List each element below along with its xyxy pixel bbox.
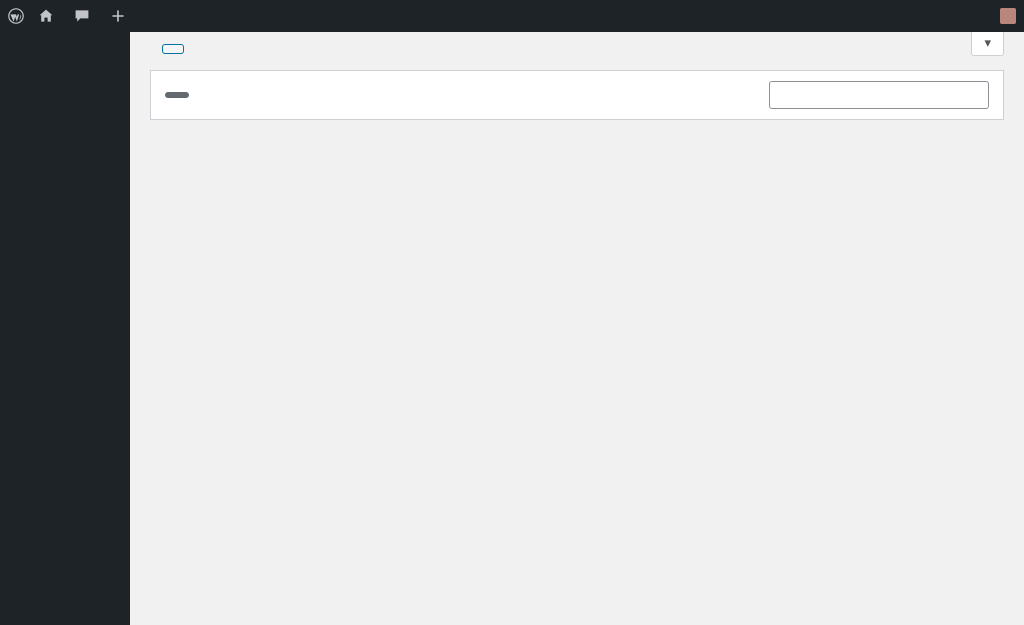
plus-icon bbox=[110, 8, 126, 24]
new-link[interactable] bbox=[110, 8, 132, 24]
main-content: ▾ bbox=[130, 32, 1024, 625]
upload-theme-button[interactable] bbox=[162, 44, 184, 54]
comments-link[interactable] bbox=[74, 8, 96, 24]
howdy-link[interactable] bbox=[994, 8, 1016, 24]
help-tab[interactable]: ▾ bbox=[971, 32, 1004, 56]
home-icon bbox=[38, 8, 54, 24]
comment-icon bbox=[74, 8, 90, 24]
wp-logo[interactable] bbox=[8, 8, 24, 24]
site-link[interactable] bbox=[38, 8, 60, 24]
admin-bar bbox=[0, 0, 1024, 32]
theme-filter-bar bbox=[150, 70, 1004, 120]
admin-sidebar bbox=[0, 32, 130, 625]
avatar bbox=[1000, 8, 1016, 24]
theme-count-badge bbox=[165, 92, 189, 98]
search-input[interactable] bbox=[769, 81, 989, 109]
wordpress-icon bbox=[8, 8, 24, 24]
